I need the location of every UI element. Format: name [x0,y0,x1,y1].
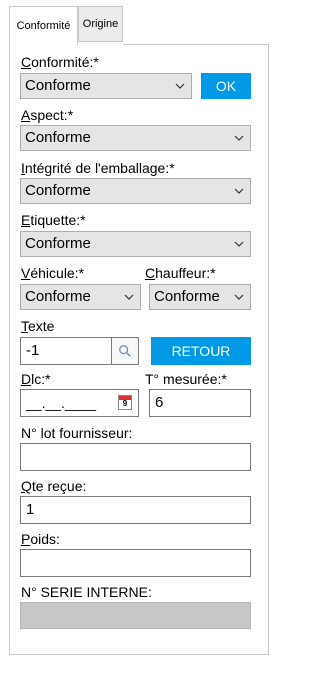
conformite-select[interactable]: Conforme [20,73,192,99]
dlc-input[interactable]: __.__.____ 9 [20,389,139,417]
dlc-label: Dlc:* [21,371,51,387]
texte-label: Texte [21,318,55,334]
conformite-value: Conforme [25,77,91,94]
aspect-select[interactable]: Conforme [20,125,251,151]
chevron-down-icon [234,241,244,247]
texte-input[interactable]: -1 [20,337,112,365]
poids-label: Poids: [21,531,60,547]
chevron-down-icon [124,294,134,300]
tab-origine[interactable]: Origine [78,6,123,42]
temperature-label: T° mesurée:* [145,371,227,387]
serie-interne-field [20,602,251,629]
search-button[interactable] [111,337,139,365]
chauffeur-select[interactable]: Conforme [149,284,251,310]
conformite-label: Conformité:* [21,54,99,70]
chevron-down-icon [234,135,244,141]
integrite-select[interactable]: Conforme [20,178,251,204]
tab-label: Conformité [16,20,71,32]
chauffeur-value: Conforme [154,288,220,305]
dlc-value: __.__.____ [26,395,97,411]
tab-label: Origine [82,18,119,30]
etiquette-value: Conforme [25,235,91,252]
qte-recue-input[interactable]: 1 [20,496,251,524]
aspect-value: Conforme [25,129,91,146]
poids-input[interactable] [20,549,251,577]
lot-fournisseur-label: N° lot fournisseur: [21,425,133,441]
lot-fournisseur-input[interactable] [20,443,251,471]
chevron-down-icon [234,294,244,300]
etiquette-label: Etiquette:* [21,212,86,228]
ok-button[interactable]: OK [201,73,251,99]
vehicule-select[interactable]: Conforme [20,284,141,310]
aspect-label: Aspect:* [21,107,74,123]
chauffeur-label: Chauffeur:* [145,265,216,281]
vehicule-label: Véhicule:* [21,265,85,281]
search-icon [119,345,131,357]
integrite-label: Intégrité de l'emballage:* [21,160,175,176]
retour-button[interactable]: RETOUR [151,337,251,365]
chevron-down-icon [175,83,185,89]
etiquette-select[interactable]: Conforme [20,231,251,257]
integrite-value: Conforme [25,182,91,199]
vehicule-value: Conforme [25,288,91,305]
calendar-icon[interactable]: 9 [118,395,132,410]
serie-interne-label: N° SERIE INTERNE: [21,584,152,600]
qte-recue-label: Qte reçue: [21,478,87,494]
temperature-input[interactable]: 6 [149,389,251,417]
chevron-down-icon [234,188,244,194]
tab-conformite[interactable]: Conformité [9,6,78,45]
